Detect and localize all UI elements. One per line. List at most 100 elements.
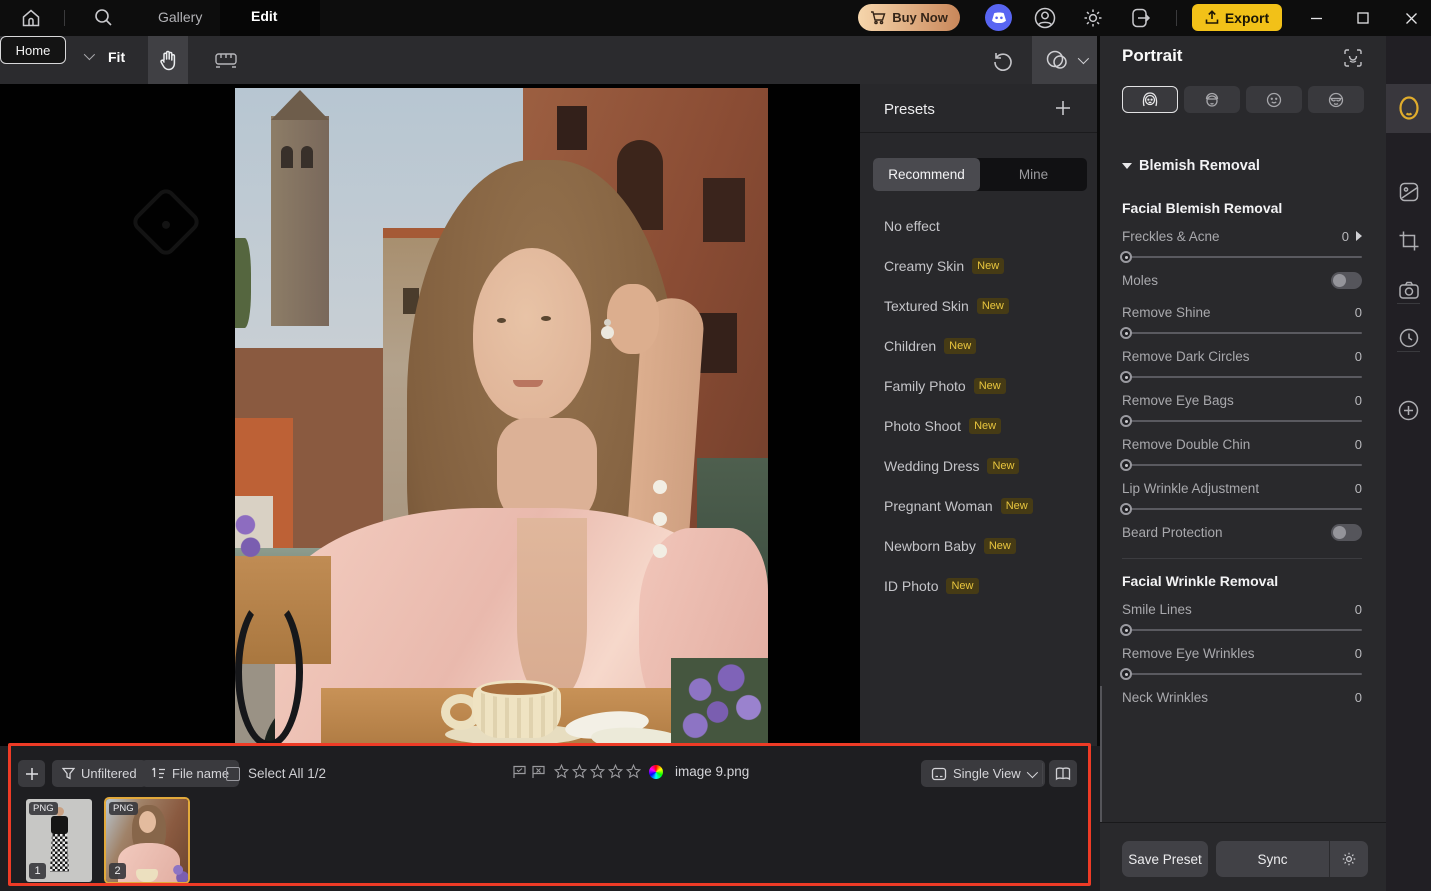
preset-item[interactable]: Creamy SkinNew <box>860 246 1097 286</box>
preset-item[interactable]: Family PhotoNew <box>860 366 1097 406</box>
history-clock-icon[interactable] <box>1386 314 1431 362</box>
slider-thumb[interactable] <box>1120 459 1132 471</box>
preset-item[interactable]: Textured SkinNew <box>860 286 1097 326</box>
toggle-switch[interactable] <box>1331 272 1362 289</box>
photo-mouth <box>513 380 543 387</box>
slider-thumb[interactable] <box>1120 503 1132 515</box>
filter-button[interactable]: Unfiltered <box>52 760 147 787</box>
subtab-smile-face[interactable] <box>1246 86 1302 113</box>
expand-arrow-icon[interactable] <box>1356 231 1362 241</box>
home-view-button[interactable]: Home <box>0 36 66 64</box>
before-after-compare-button[interactable] <box>1032 36 1097 84</box>
close-icon[interactable] <box>1401 8 1421 28</box>
view-mode-dropdown[interactable]: Single View <box>921 760 1045 787</box>
select-all-checkbox[interactable] <box>226 767 240 781</box>
thumbnail-2[interactable]: PNG 2 <box>104 797 190 884</box>
slider-track[interactable] <box>1122 508 1362 510</box>
chevron-down-icon[interactable] <box>1077 53 1088 64</box>
star-icon[interactable] <box>554 764 569 779</box>
portrait-face-icon[interactable] <box>1386 84 1431 133</box>
slider-track[interactable] <box>1122 464 1362 466</box>
home-icon[interactable] <box>20 7 42 29</box>
photo-tower-spire <box>271 90 329 120</box>
slider-thumb[interactable] <box>1120 624 1132 636</box>
control-group-header: Facial Wrinkle Removal <box>1122 573 1362 589</box>
sign-out-icon[interactable] <box>1129 6 1153 30</box>
star-icon[interactable] <box>572 764 587 779</box>
flag-pick-icon[interactable] <box>512 765 527 779</box>
presets-separator <box>860 132 1097 133</box>
slider-thumb[interactable] <box>1120 327 1132 339</box>
tab-gallery[interactable]: Gallery <box>158 9 202 25</box>
preset-item[interactable]: Wedding DressNew <box>860 446 1097 486</box>
sort-label: File name <box>172 766 229 781</box>
preset-tab-mine[interactable]: Mine <box>980 158 1087 191</box>
preset-item[interactable]: ID PhotoNew <box>860 566 1097 606</box>
preset-item[interactable]: Photo ShootNew <box>860 406 1097 446</box>
blemish-removal-section-header[interactable]: Blemish Removal <box>1122 158 1260 174</box>
toggle-switch[interactable] <box>1331 524 1362 541</box>
photo-window-1 <box>557 106 587 150</box>
sync-button[interactable]: Sync <box>1216 852 1329 867</box>
preset-tab-recommend[interactable]: Recommend <box>873 158 980 191</box>
preset-item[interactable]: No effect <box>860 206 1097 246</box>
tab-edit[interactable]: Edit <box>251 8 277 24</box>
slider-thumb[interactable] <box>1120 251 1132 263</box>
preset-item[interactable]: Pregnant WomanNew <box>860 486 1097 526</box>
slider-track[interactable] <box>1122 256 1362 258</box>
settings-gear-icon[interactable] <box>1081 6 1105 30</box>
preset-item[interactable]: Newborn BabyNew <box>860 526 1097 566</box>
compare-circles-icon <box>1044 48 1070 72</box>
slider-thumb[interactable] <box>1120 415 1132 427</box>
photo-eye-left <box>497 318 506 323</box>
face-detect-icon[interactable] <box>1343 48 1363 68</box>
hand-tool-button[interactable] <box>148 36 188 84</box>
subtab-glasses-face[interactable] <box>1308 86 1364 113</box>
slider-thumb[interactable] <box>1120 371 1132 383</box>
zoom-fit-button[interactable]: Fit <box>108 49 125 65</box>
slider-track[interactable] <box>1122 673 1362 675</box>
add-preset-icon[interactable] <box>1054 99 1072 117</box>
flag-reject-icon[interactable] <box>531 765 546 779</box>
panel-scrollbar[interactable] <box>1100 686 1102 822</box>
slider-track[interactable] <box>1122 376 1362 378</box>
color-label-icon[interactable] <box>649 765 663 779</box>
split-view-button[interactable] <box>1049 760 1077 787</box>
chevron-down-icon[interactable] <box>84 52 92 60</box>
control-label: Lip Wrinkle Adjustment <box>1122 481 1355 496</box>
buy-now-button[interactable]: Buy Now <box>858 4 960 31</box>
sort-button[interactable]: File name <box>141 760 239 787</box>
background-image-icon[interactable] <box>1386 168 1431 216</box>
titlebar-divider <box>64 10 65 26</box>
add-photos-button[interactable] <box>18 760 45 787</box>
portrait-subtabs <box>1122 86 1364 113</box>
account-icon[interactable] <box>1033 6 1057 30</box>
slider-track[interactable] <box>1122 332 1362 334</box>
subtab-female-face[interactable] <box>1122 86 1178 113</box>
preset-item[interactable]: ChildrenNew <box>860 326 1097 366</box>
select-all-control[interactable]: Select All 1/2 <box>226 766 326 781</box>
sync-settings-icon[interactable] <box>1330 851 1368 867</box>
canvas-area[interactable] <box>0 84 860 746</box>
thumb1-pants <box>50 834 69 872</box>
subtab-male-face[interactable] <box>1184 86 1240 113</box>
discord-icon[interactable] <box>985 4 1012 31</box>
ruler-tool-button[interactable] <box>206 36 246 84</box>
star-icon[interactable] <box>626 764 641 779</box>
add-plugin-icon[interactable] <box>1386 386 1431 434</box>
maximize-icon[interactable] <box>1353 8 1373 28</box>
undo-icon[interactable] <box>988 46 1016 74</box>
crop-icon[interactable] <box>1386 217 1431 265</box>
camera-icon[interactable] <box>1386 266 1431 314</box>
slider-track[interactable] <box>1122 629 1362 631</box>
search-icon[interactable] <box>93 7 114 28</box>
thumbnail-1[interactable]: PNG 1 <box>26 799 92 882</box>
save-preset-button[interactable]: Save Preset <box>1122 841 1208 877</box>
canvas-photo[interactable] <box>235 88 768 745</box>
slider-thumb[interactable] <box>1120 668 1132 680</box>
star-icon[interactable] <box>590 764 605 779</box>
minimize-icon[interactable] <box>1306 8 1326 28</box>
export-button[interactable]: Export <box>1192 4 1282 31</box>
star-icon[interactable] <box>608 764 623 779</box>
slider-track[interactable] <box>1122 420 1362 422</box>
